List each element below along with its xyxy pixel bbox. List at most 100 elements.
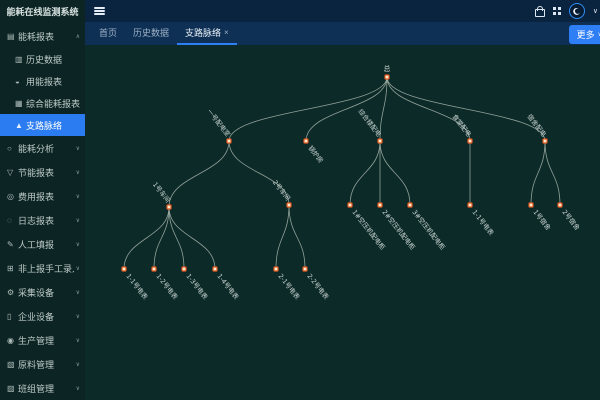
tree-node-n3-3[interactable] [408, 203, 412, 207]
sidebar-item-0[interactable]: ▤能耗报表∧ [0, 24, 85, 48]
production-icon: ◉ [7, 336, 18, 345]
more-button-label: 更多 [577, 28, 595, 41]
more-button[interactable]: 更多 ∨ [569, 25, 600, 44]
tree-link [169, 141, 229, 207]
sidebar-item-label: 历史数据 [26, 53, 80, 66]
sidebar-item-label: 企业设备 [18, 310, 74, 323]
tree-node-n4-1[interactable] [468, 203, 472, 207]
tree-node-n1-2-1[interactable] [274, 267, 278, 271]
fullscreen-grid-icon[interactable] [553, 7, 561, 15]
tree-link [154, 207, 169, 269]
sidebar-item-8[interactable]: ◌日志报表∨ [0, 208, 85, 232]
sidebar-item-13[interactable]: ◉生产管理∨ [0, 328, 85, 352]
report-icon: ▤ [7, 32, 18, 41]
manual-icon: ✎ [7, 240, 18, 249]
sidebar-item-label: 用能报表 [26, 75, 80, 88]
sidebar-item-2[interactable]: ◒用能报表 [0, 70, 85, 92]
sidebar-item-label: 综合能耗报表 [26, 97, 80, 110]
tree-link [289, 205, 305, 269]
tree-node-n1-2[interactable] [287, 203, 291, 207]
sidebar-item-label: 人工填报 [18, 238, 74, 251]
collect-device-icon: ⚙ [7, 288, 18, 297]
app-title: 能耗在线监测系统 [0, 0, 85, 24]
avatar[interactable] [569, 3, 585, 19]
chevron-down-icon: ∨ [76, 169, 80, 176]
sidebar-item-label: 班组管理 [18, 382, 74, 395]
tree-node-n4[interactable] [468, 139, 472, 143]
tree-node-label: 综合楼配电 [356, 107, 383, 139]
tree-node-n3-1[interactable] [348, 203, 352, 207]
tree-node-label: 2-1号电表 [276, 272, 302, 302]
sidebar-item-label: 日志报表 [18, 214, 74, 227]
chevron-down-icon: ∨ [76, 337, 80, 344]
sidebar-item-12[interactable]: ▯企业设备∨ [0, 304, 85, 328]
lock-icon[interactable] [535, 9, 545, 17]
tree-node-n3-2[interactable] [378, 203, 382, 207]
tree-node-label: 1-4号电表 [215, 272, 241, 302]
tree-node-n1-1-4[interactable] [213, 267, 217, 271]
sidebar-item-7[interactable]: ◎费用报表∨ [0, 184, 85, 208]
tree-link [545, 141, 560, 205]
sidebar-item-6[interactable]: ▽节能报表∨ [0, 160, 85, 184]
tree-node-n1-1-2[interactable] [152, 267, 156, 271]
tabbar: 首页历史数据支路脉络× 更多 ∨ [85, 22, 600, 45]
tree-node-label: 2号车间 [271, 178, 293, 202]
sidebar-item-11[interactable]: ⚙采集设备∨ [0, 280, 85, 304]
tree-node-label: 锅炉房 [306, 144, 325, 165]
sidebar-item-4[interactable]: ▲支路脉络 [0, 114, 85, 136]
enterprise-device-icon: ▯ [7, 312, 18, 321]
tree-node-label: 1号宿舍 [531, 208, 553, 233]
sidebar-item-1[interactable]: ▥历史数据 [0, 48, 85, 70]
tree-node-label: 一号配电室 [205, 107, 232, 139]
tab-label: 支路脉络 [185, 26, 221, 39]
sidebar-item-15[interactable]: ▨班组管理∨ [0, 376, 85, 400]
app-root: 能耗在线监测系统 ▤能耗报表∧▥历史数据◒用能报表▦综合能耗报表▲支路脉络○能耗… [0, 0, 600, 400]
sidebar-item-label: 能耗分析 [18, 142, 74, 155]
tree-node-label: 1-3号电表 [184, 272, 210, 302]
sidebar-item-10[interactable]: ⊞非上报手工录入∨ [0, 256, 85, 280]
avatar-logo-icon [572, 7, 581, 16]
tree-node-n5-1[interactable] [529, 203, 533, 207]
tree-node-n1-1-3[interactable] [182, 267, 186, 271]
tree-node-n1-1-1[interactable] [122, 267, 126, 271]
tab-label: 首页 [99, 26, 117, 39]
energy-icon: ◒ [15, 77, 26, 86]
chevron-down-icon: ∨ [76, 193, 80, 200]
tree-node-n1[interactable] [227, 139, 231, 143]
sidebar-item-3[interactable]: ▦综合能耗报表 [0, 92, 85, 114]
material-icon: ▧ [7, 360, 18, 369]
chevron-down-icon: ∨ [76, 217, 80, 224]
composite-report-icon: ▦ [15, 99, 26, 108]
sidebar-item-9[interactable]: ✎人工填报∨ [0, 232, 85, 256]
branch-icon: ▲ [15, 121, 26, 130]
tab-close-icon[interactable]: × [224, 28, 229, 37]
chevron-up-icon: ∧ [76, 33, 80, 40]
hamburger-menu-icon[interactable] [94, 7, 105, 15]
tree-node-label: 2-2号电表 [305, 272, 331, 302]
sidebar-menu: ▤能耗报表∧▥历史数据◒用能报表▦综合能耗报表▲支路脉络○能耗分析∨▽节能报表∨… [0, 24, 85, 400]
tree-node-n3[interactable] [378, 139, 382, 143]
tree-node-n1-2-2[interactable] [303, 267, 307, 271]
tree-link [387, 77, 470, 141]
sidebar-item-14[interactable]: ▧原料管理∨ [0, 352, 85, 376]
cost-icon: ◎ [7, 192, 18, 201]
tree-node-n2[interactable] [304, 139, 308, 143]
tab-1[interactable]: 历史数据 [125, 22, 177, 45]
tree-node-root[interactable] [385, 75, 389, 79]
sidebar-item-label: 生产管理 [18, 334, 74, 347]
tree-link [169, 207, 184, 269]
sidebar-item-5[interactable]: ○能耗分析∨ [0, 136, 85, 160]
topbar-actions: ∨ [535, 3, 594, 19]
tree-node-n5[interactable] [543, 139, 547, 143]
chevron-down-icon: ∨ [76, 385, 80, 392]
tab-0[interactable]: 首页 [91, 22, 125, 45]
tree-node-n1-1[interactable] [167, 205, 171, 209]
tab-2[interactable]: 支路脉络× [177, 22, 237, 45]
tree-node-label: 1-1号电表 [470, 208, 496, 238]
tree-link [380, 141, 410, 205]
sidebar-item-label: 费用报表 [18, 190, 74, 203]
user-caret-icon[interactable]: ∨ [593, 7, 598, 15]
tree-node-n5-2[interactable] [558, 203, 562, 207]
branch-tree-chart: 总一号配电室锅炉房综合楼配电食堂配电宿舍配电1号车间2号车间1#空压机配电柜2#… [85, 45, 600, 400]
chevron-down-icon: ∨ [76, 361, 80, 368]
